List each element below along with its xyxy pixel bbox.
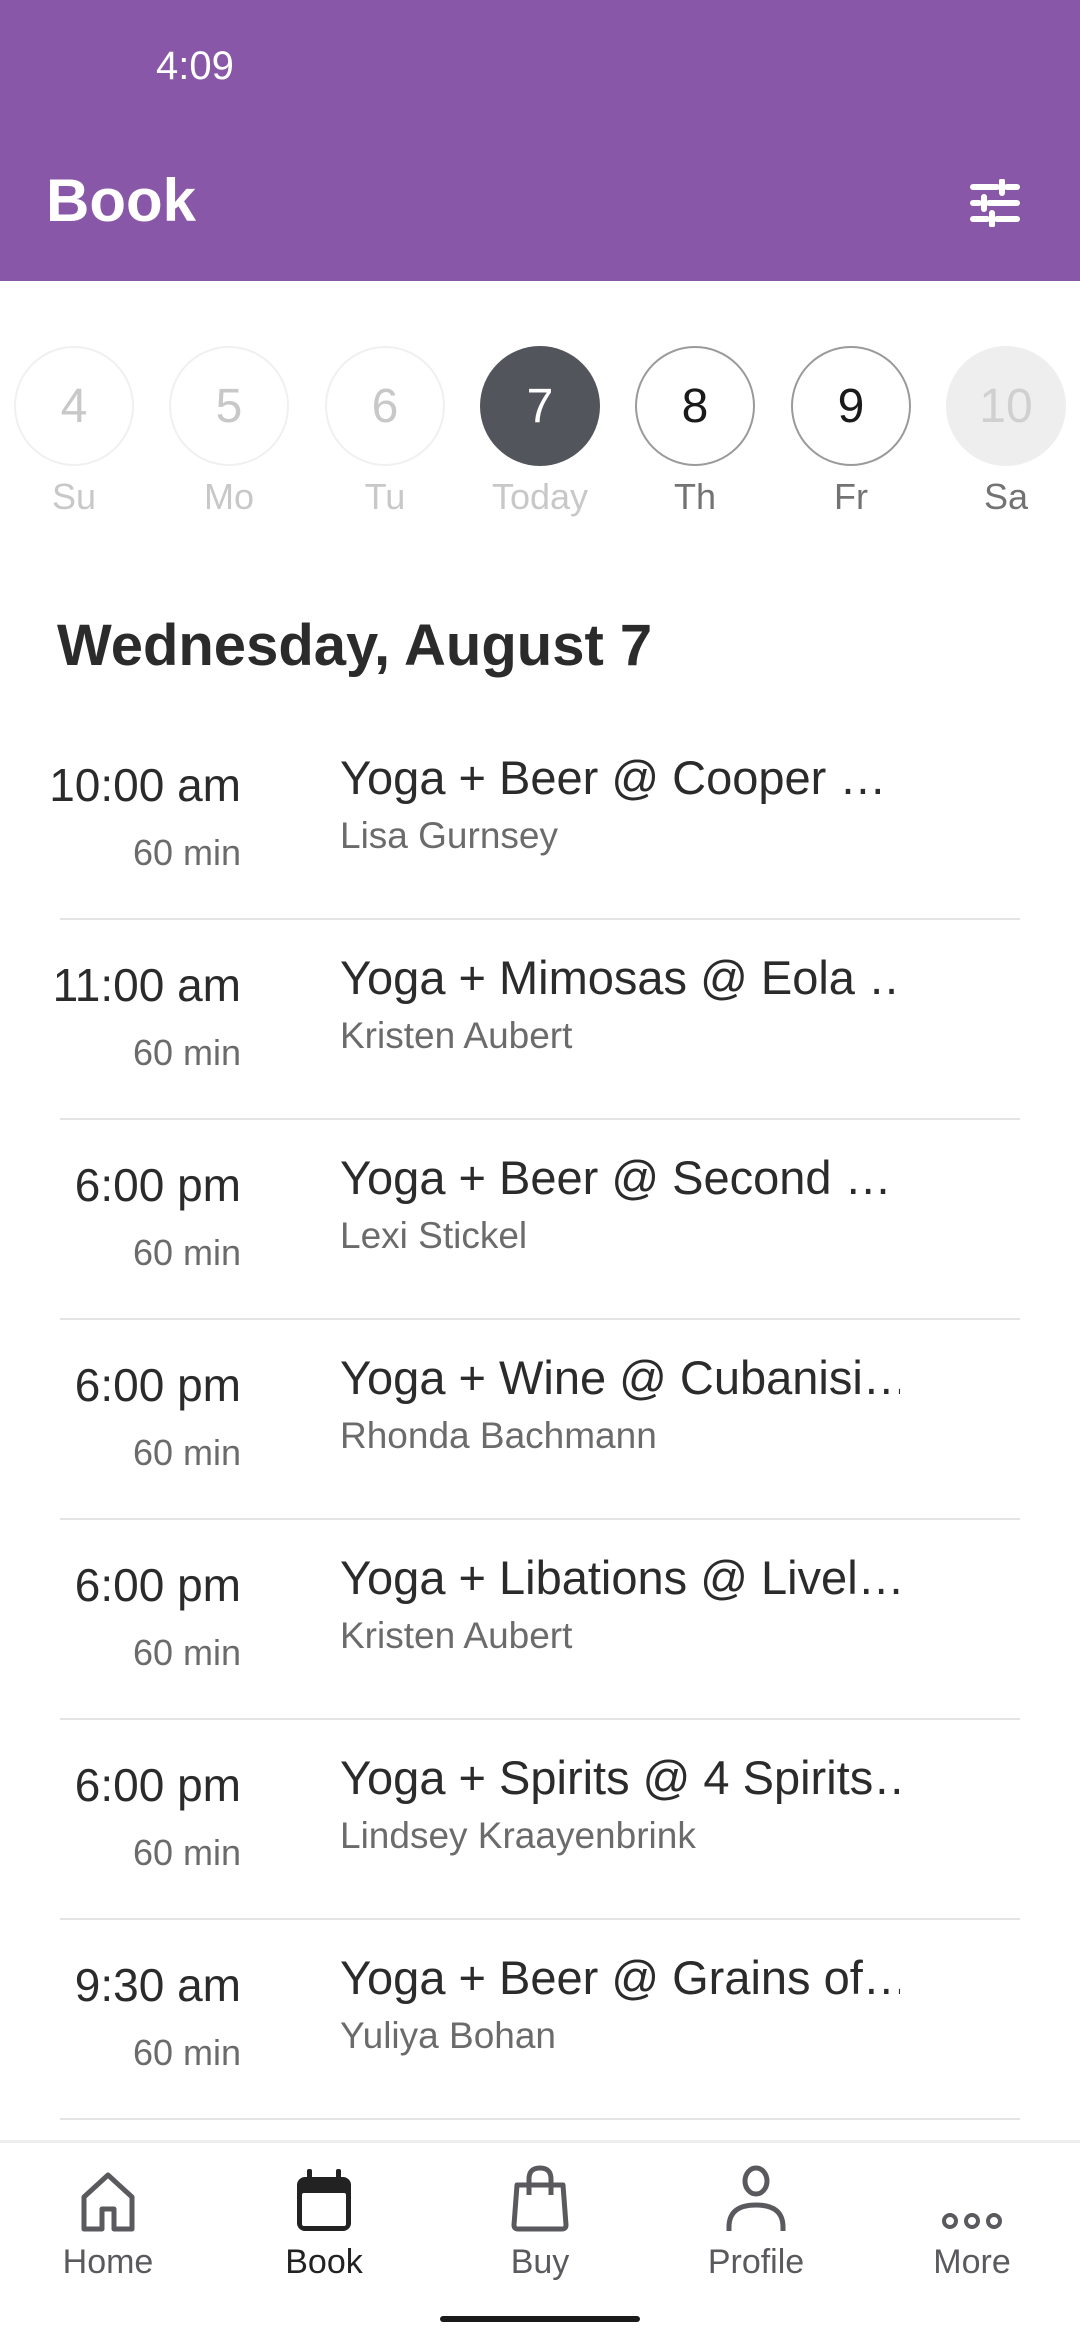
class-time: 6:00 pm	[74, 1759, 241, 1811]
class-time: 6:00 pm	[74, 1159, 241, 1211]
home-indicator[interactable]	[440, 2316, 640, 2322]
day-label: Th	[673, 476, 716, 517]
nav-buy[interactable]: Buy	[460, 2163, 620, 2282]
class-name: Yoga + Beer @ Grains of…	[340, 1951, 900, 2004]
class-name: Yoga + Wine @ Cubanisi…	[340, 1351, 900, 1404]
class-name: Yoga + Spirits @ 4 Spirits…	[340, 1751, 900, 1804]
class-duration: 60 min	[132, 1232, 241, 1273]
class-time: 11:00 am	[52, 959, 241, 1011]
day-number: 8	[635, 346, 755, 466]
class-name: Yoga + Libations @ Livel…	[340, 1551, 900, 1604]
nav-more[interactable]: More	[892, 2163, 1052, 2282]
nav-book[interactable]: Book	[244, 2163, 404, 2282]
class-name: Yoga + Beer @ Second …	[340, 1151, 892, 1204]
class-duration: 60 min	[132, 1832, 241, 1873]
day-thursday[interactable]: 8 Th	[635, 346, 755, 518]
more-dots-icon	[942, 2213, 1002, 2229]
day-number: 4	[14, 346, 134, 466]
day-number: 10	[946, 346, 1066, 466]
day-label: Fr	[834, 476, 868, 517]
class-row[interactable]: 10:00 am 60 min Yoga + Beer @ Cooper … L…	[0, 720, 1080, 920]
day-label: Sa	[983, 476, 1029, 517]
day-label: Mo	[203, 476, 254, 517]
person-icon	[726, 2165, 786, 2231]
day-number: 9	[791, 346, 911, 466]
class-time: 10:00 am	[49, 759, 241, 811]
calendar-icon	[297, 2169, 351, 2231]
day-today[interactable]: 7 Today	[480, 346, 600, 518]
class-duration: 60 min	[132, 1432, 241, 1473]
class-instructor: Yuliya Bohan	[340, 2015, 557, 2056]
app-bar: 4:09 Book	[0, 0, 1080, 281]
day-label: Tu	[364, 476, 406, 517]
class-duration: 60 min	[132, 1632, 241, 1673]
class-row[interactable]: 6:00 pm 60 min Yoga + Libations @ Livel……	[0, 1520, 1080, 1720]
class-name: Yoga + Beer @ Cooper …	[340, 751, 887, 804]
date-strip: 4 Su 5 Mo 6 Tu 7 Today 8 Th 9 Fr 10 Sa	[0, 346, 1080, 526]
nav-label: More	[933, 2243, 1011, 2281]
page-title: Book	[46, 167, 196, 234]
class-time: 9:30 am	[74, 1959, 241, 2011]
status-bar-time: 4:09	[156, 44, 234, 88]
class-row[interactable]: 6:00 pm 60 min Yoga + Wine @ Cubanisi… R…	[0, 1320, 1080, 1520]
day-sunday[interactable]: 4 Su	[14, 346, 134, 518]
nav-label: Profile	[707, 2243, 805, 2281]
class-duration: 60 min	[132, 1032, 241, 1073]
class-list: 10:00 am 60 min Yoga + Beer @ Cooper … L…	[0, 720, 1080, 2120]
class-instructor: Lindsey Kraayenbrink	[340, 1815, 696, 1856]
class-instructor: Rhonda Bachmann	[340, 1415, 657, 1456]
day-number: 6	[325, 346, 445, 466]
class-instructor: Lisa Gurnsey	[340, 815, 558, 856]
day-number: 7	[480, 346, 600, 466]
class-time: 6:00 pm	[74, 1559, 241, 1611]
day-tuesday[interactable]: 6 Tu	[325, 346, 445, 518]
class-instructor: Kristen Aubert	[340, 1615, 573, 1656]
home-icon	[81, 2172, 135, 2232]
class-instructor: Lexi Stickel	[340, 1215, 528, 1256]
nav-profile[interactable]: Profile	[676, 2163, 836, 2282]
shopping-bag-icon	[511, 2165, 569, 2232]
nav-label: Home	[62, 2243, 154, 2281]
class-time: 6:00 pm	[74, 1359, 241, 1411]
date-heading: Wednesday, August 7	[57, 613, 653, 678]
filter-button[interactable]	[960, 172, 1030, 234]
row-divider	[60, 2118, 1020, 2120]
class-row[interactable]: 6:00 pm 60 min Yoga + Beer @ Second … Le…	[0, 1120, 1080, 1320]
day-label: Su	[51, 476, 97, 517]
class-duration: 60 min	[132, 832, 241, 873]
class-row[interactable]: 9:30 am 60 min Yoga + Beer @ Grains of… …	[0, 1920, 1080, 2120]
nav-label: Book	[285, 2243, 363, 2281]
day-friday[interactable]: 9 Fr	[791, 346, 911, 518]
class-row[interactable]: 11:00 am 60 min Yoga + Mimosas @ Eola … …	[0, 920, 1080, 1120]
day-number: 5	[169, 346, 289, 466]
bottom-nav: Home Book Buy Profile More	[0, 2140, 1080, 2340]
nav-home[interactable]: Home	[28, 2163, 188, 2282]
day-monday[interactable]: 5 Mo	[169, 346, 289, 518]
class-name: Yoga + Mimosas @ Eola …	[340, 951, 900, 1004]
class-row[interactable]: 6:00 pm 60 min Yoga + Spirits @ 4 Spirit…	[0, 1720, 1080, 1920]
class-duration: 60 min	[132, 2032, 241, 2073]
nav-label: Buy	[510, 2243, 570, 2281]
day-label: Today	[491, 476, 589, 517]
day-saturday[interactable]: 10 Sa	[946, 346, 1066, 518]
class-instructor: Kristen Aubert	[340, 1015, 573, 1056]
sliders-icon	[970, 179, 1020, 227]
